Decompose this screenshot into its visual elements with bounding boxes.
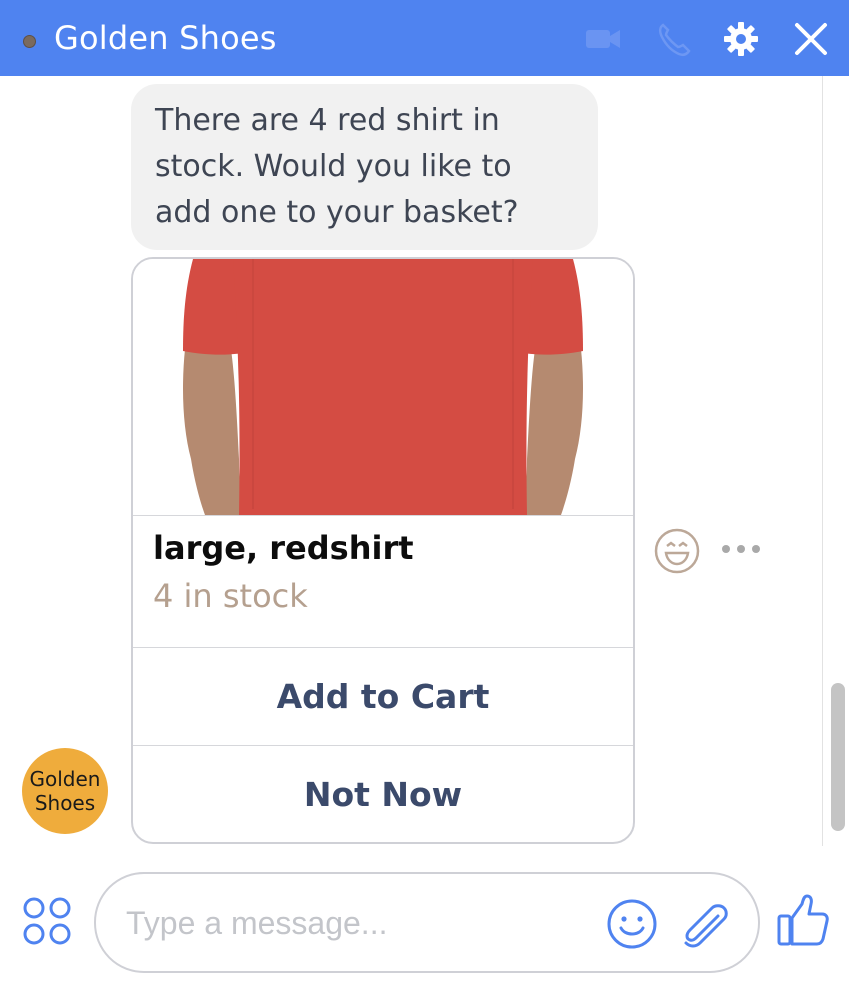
emoji-picker-icon[interactable] [606,898,658,950]
message-composer [94,872,760,973]
close-icon[interactable] [792,20,830,58]
scroll-track [822,76,823,846]
phone-icon[interactable] [654,20,692,58]
card-divider [133,515,633,516]
apps-icon[interactable] [22,896,72,946]
chat-header: Golden Shoes [0,0,849,76]
add-to-cart-button[interactable]: Add to Cart [133,648,633,744]
like-icon[interactable] [776,892,830,948]
message-input[interactable] [126,900,586,946]
attachment-icon[interactable] [676,898,730,952]
avatar: Golden Shoes [22,748,108,834]
bot-message-bubble: There are 4 red shirt in stock. Would yo… [131,84,598,250]
product-image [133,259,633,515]
video-call-icon[interactable] [584,20,622,58]
product-name: large, redshirt [153,529,414,567]
not-now-button[interactable]: Not Now [133,746,633,842]
status-indicator [23,35,36,48]
product-card: large, redshirt 4 in stock Add to Cart N… [131,257,635,844]
gear-icon[interactable] [722,20,760,58]
more-options-icon[interactable] [720,540,762,558]
emoji-reaction-icon[interactable] [653,527,701,575]
product-stock: 4 in stock [153,577,308,615]
chat-title: Golden Shoes [54,19,277,57]
scrollbar-thumb[interactable] [831,683,845,831]
